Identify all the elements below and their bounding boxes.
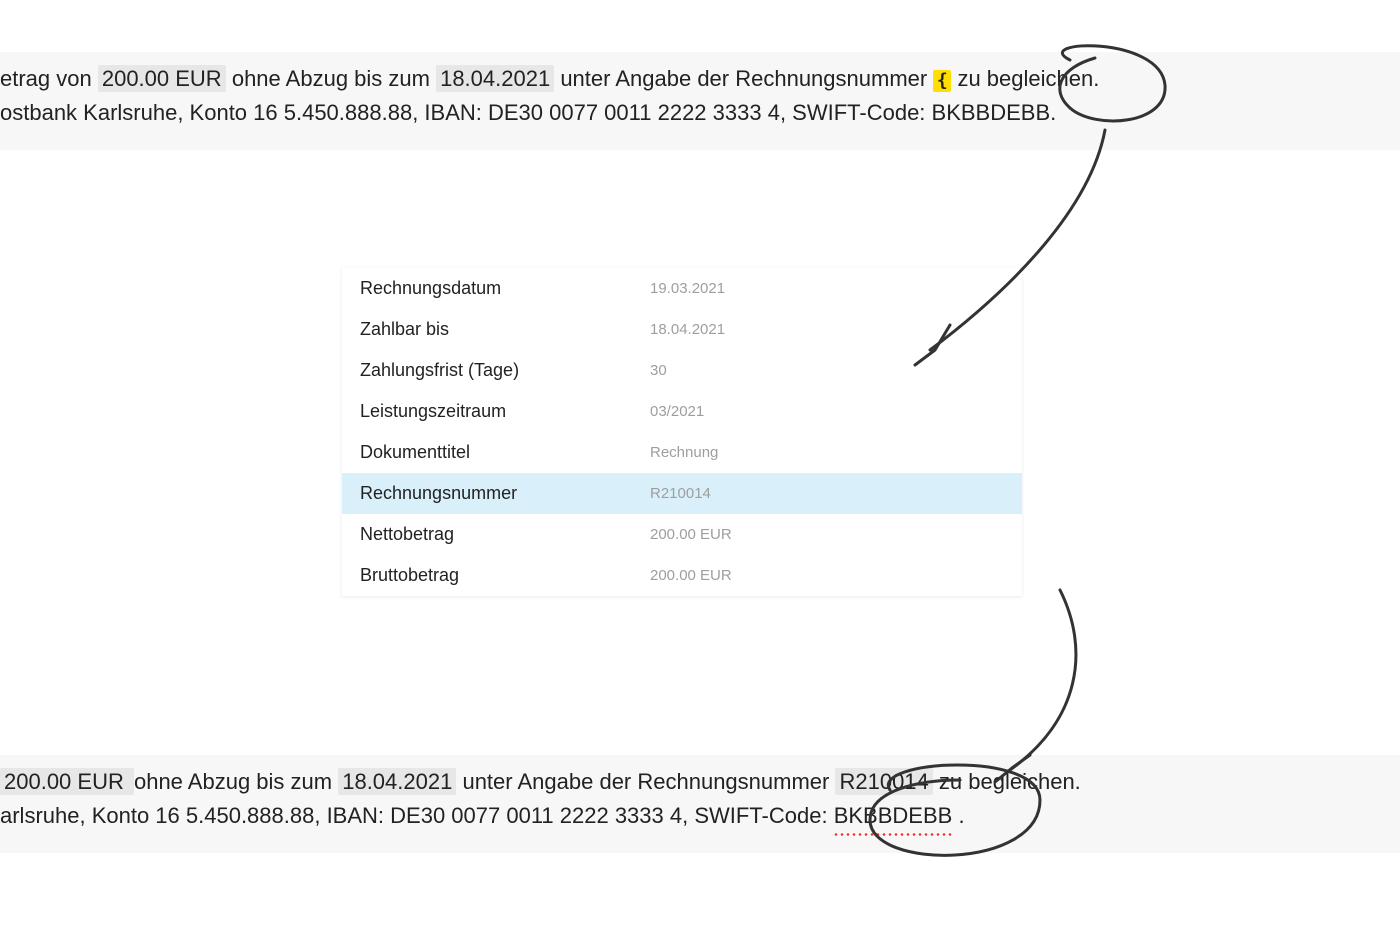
field-label: Dokumenttitel xyxy=(360,442,650,463)
placeholder-due-date: 18.04.2021 xyxy=(436,65,554,92)
field-row[interactable]: Zahlbar bis18.04.2021 xyxy=(342,309,1022,350)
preview-after-line2: arlsruhe, Konto 16 5.450.888.88, IBAN: D… xyxy=(0,799,1400,833)
field-row[interactable]: Leistungszeitraum03/2021 xyxy=(342,391,1022,432)
placeholder-amount: 200.00 EUR xyxy=(0,768,134,795)
field-row[interactable]: Rechnungsdatum19.03.2021 xyxy=(342,268,1022,309)
text-fragment: ohne Abzug bis zum xyxy=(232,66,436,91)
field-row[interactable]: RechnungsnummerR210014 xyxy=(342,473,1022,514)
field-row[interactable]: Zahlungsfrist (Tage)30 xyxy=(342,350,1022,391)
text-fragment: unter Angabe der Rechnungsnummer xyxy=(462,769,835,794)
field-value: 30 xyxy=(650,362,1004,379)
preview-before-line2: ostbank Karlsruhe, Konto 16 5.450.888.88… xyxy=(0,96,1400,130)
placeholder-due-date: 18.04.2021 xyxy=(338,768,456,795)
placeholder-invoice-number: R210014 xyxy=(835,768,932,795)
field-value: 19.03.2021 xyxy=(650,280,1004,297)
preview-after-block: 200.00 EUR ohne Abzug bis zum 18.04.2021… xyxy=(0,755,1400,853)
field-value: R210014 xyxy=(650,485,1004,502)
field-label: Zahlbar bis xyxy=(360,319,650,340)
field-value: 18.04.2021 xyxy=(650,321,1004,338)
placeholder-amount: 200.00 EUR xyxy=(98,65,226,92)
preview-before-line1: etrag von 200.00 EUR ohne Abzug bis zum … xyxy=(0,62,1400,96)
field-label: Bruttobetrag xyxy=(360,565,650,586)
spellcheck-underline: BKBBDEBB xyxy=(834,799,953,833)
field-row[interactable]: Bruttobetrag200.00 EUR xyxy=(342,555,1022,596)
preview-before-block: etrag von 200.00 EUR ohne Abzug bis zum … xyxy=(0,52,1400,150)
field-value: 200.00 EUR xyxy=(650,567,1004,584)
text-fragment: unter Angabe der Rechnungsnummer xyxy=(560,66,933,91)
field-row[interactable]: DokumenttitelRechnung xyxy=(342,432,1022,473)
field-label: Nettobetrag xyxy=(360,524,650,545)
annotation-arrow-bottom xyxy=(1010,590,1076,770)
text-fragment: ohne Abzug bis zum xyxy=(134,769,338,794)
text-fragment: etrag von xyxy=(0,66,98,91)
field-value: 03/2021 xyxy=(650,403,1004,420)
field-label: Rechnungsdatum xyxy=(360,278,650,299)
field-value: Rechnung xyxy=(650,444,1004,461)
field-value: 200.00 EUR xyxy=(650,526,1004,543)
text-fragment: zu begleichen. xyxy=(957,66,1099,91)
text-fragment: zu begleichen. xyxy=(939,769,1081,794)
field-row[interactable]: Nettobetrag200.00 EUR xyxy=(342,514,1022,555)
field-picker-panel: Rechnungsdatum19.03.2021Zahlbar bis18.04… xyxy=(342,268,1022,596)
field-label: Zahlungsfrist (Tage) xyxy=(360,360,650,381)
field-label: Rechnungsnummer xyxy=(360,483,650,504)
text-fragment: arlsruhe, Konto 16 5.450.888.88, IBAN: D… xyxy=(0,803,834,828)
template-cursor-icon[interactable]: { xyxy=(933,70,951,92)
preview-after-line1: 200.00 EUR ohne Abzug bis zum 18.04.2021… xyxy=(0,765,1400,799)
text-fragment: . xyxy=(958,803,964,828)
field-label: Leistungszeitraum xyxy=(360,401,650,422)
